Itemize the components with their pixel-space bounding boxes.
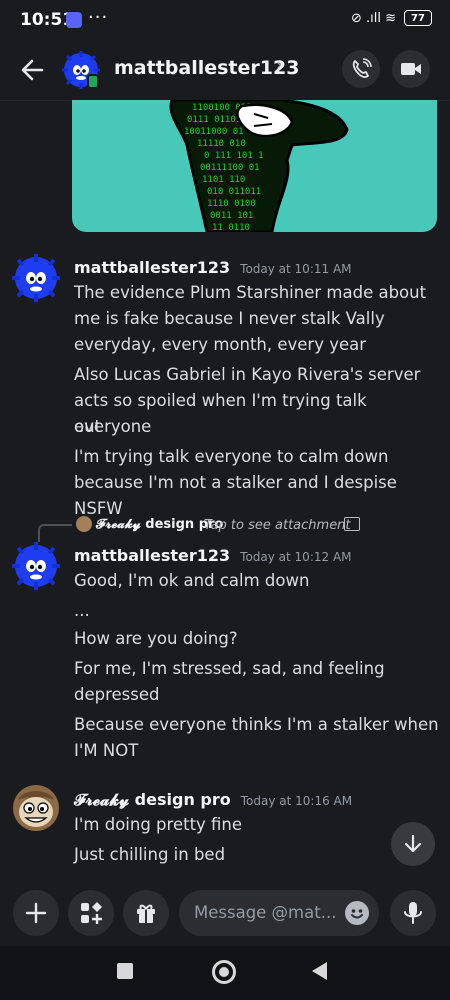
- message-input-placeholder: Message @mat...: [194, 903, 337, 922]
- microphone-icon: [404, 902, 422, 924]
- home-icon[interactable]: [212, 960, 236, 984]
- emoji-icon[interactable]: [345, 901, 369, 925]
- message-text: Also Lucas Gabriel in Kayo Rivera's serv…: [74, 365, 421, 384]
- author-avatar[interactable]: [12, 542, 60, 590]
- svg-text:1101 110: 1101 110: [202, 175, 245, 185]
- reply-preview-text: Tap to see attachment: [204, 518, 351, 533]
- message-text: I'M NOT: [74, 741, 139, 760]
- signal-wifi-icons: ⊘ .ıll ≋: [350, 10, 396, 26]
- author-avatar[interactable]: [12, 784, 60, 832]
- message-text: everyday, every month, every year: [74, 335, 367, 354]
- message-text: out: [74, 417, 102, 436]
- phone-icon: [352, 58, 372, 78]
- reply-spine: [38, 524, 72, 542]
- apps-button[interactable]: [68, 890, 114, 936]
- svg-text:1110 0100: 1110 0100: [207, 199, 256, 209]
- svg-text:11 0110: 11 0110: [212, 223, 250, 232]
- battery-icon: 77: [404, 10, 432, 26]
- message-text: I'm trying talk everyone to calm down: [74, 447, 389, 466]
- message-timestamp: Today at 10:12 AM: [240, 550, 352, 564]
- message-text: depressed: [74, 685, 160, 704]
- voice-call-button[interactable]: [342, 50, 380, 88]
- system-back-icon[interactable]: [312, 962, 327, 980]
- gift-icon: [137, 904, 155, 923]
- author-name-prefix: 𝓕𝓻𝓮𝓪𝓴𝔂: [74, 790, 130, 809]
- chevron-right-icon[interactable]: ›: [276, 55, 282, 74]
- recent-apps-icon[interactable]: [117, 963, 133, 979]
- message-timestamp: Today at 10:16 AM: [240, 794, 353, 808]
- apps-icon: [81, 902, 102, 924]
- message-timestamp: Today at 10:11 AM: [240, 262, 352, 276]
- header-username[interactable]: mattballester123: [114, 57, 299, 79]
- message-input[interactable]: Message @mat...: [179, 890, 379, 936]
- reply-reference[interactable]: 𝓕𝓻𝓮𝓪𝓴𝔂 design pro Tap to see attachment: [38, 512, 438, 542]
- status-icons: ⊘ .ıll ≋ 77: [351, 10, 432, 26]
- gift-button[interactable]: [123, 890, 169, 936]
- message-text: ...: [74, 601, 90, 620]
- arrow-down-icon: [404, 834, 422, 853]
- scroll-to-bottom-button[interactable]: [391, 822, 435, 866]
- svg-text:010 011011: 010 011011: [207, 187, 261, 197]
- voice-message-button[interactable]: [390, 890, 436, 936]
- message-composer: Message @mat...: [0, 880, 450, 946]
- author-name-text: mattballester123: [74, 258, 231, 277]
- author-avatar[interactable]: [12, 254, 60, 302]
- video-camera-icon: [401, 63, 421, 75]
- svg-text:00111100 01: 00111100 01: [200, 163, 260, 173]
- more-notifications-icon: ···: [88, 7, 109, 28]
- video-call-button[interactable]: [392, 50, 430, 88]
- add-attachment-button[interactable]: [13, 890, 59, 936]
- discord-notification-icon: [66, 12, 82, 28]
- message-text: Good, I'm ok and calm down: [74, 571, 310, 590]
- header-avatar[interactable]: [62, 51, 100, 89]
- replied-author-prefix: 𝓕𝓻𝓮𝓪𝓴𝔂: [96, 517, 141, 532]
- author-name[interactable]: mattballester123 Today at 10:11 AM: [74, 258, 352, 277]
- svg-text:11110 010: 11110 010: [197, 139, 246, 149]
- message-text: Because everyone thinks I'm a stalker wh…: [74, 715, 439, 734]
- image-icon: [344, 517, 360, 531]
- svg-text:0011 101: 0011 101: [210, 211, 253, 221]
- battery-level: 77: [411, 12, 425, 24]
- system-nav-bar: [0, 946, 450, 1000]
- message-text: The evidence Plum Starshiner made about: [74, 283, 427, 302]
- author-name-text: mattballester123: [74, 546, 231, 565]
- status-bar: 10:51 ··· ⊘ .ıll ≋ 77: [0, 0, 450, 40]
- image-attachment[interactable]: 1100100 011 0111 0110101 10011000 01 1 1…: [72, 100, 437, 232]
- author-name[interactable]: 𝓕𝓻𝓮𝓪𝓴𝔂 design pro Today at 10:16 AM: [74, 790, 352, 810]
- message-text: me is fake because I never stalk Vally: [74, 309, 385, 328]
- author-name[interactable]: mattballester123 Today at 10:12 AM: [74, 546, 352, 565]
- dm-header: mattballester123 ›: [0, 40, 450, 101]
- plus-icon: [25, 902, 47, 924]
- message-text: How are you doing?: [74, 629, 238, 648]
- message-text: I'm doing pretty fine: [74, 815, 243, 834]
- replied-author-avatar: [76, 516, 92, 532]
- message-text: For me, I'm stressed, sad, and feeling: [74, 659, 385, 678]
- back-button[interactable]: [18, 52, 48, 88]
- back-arrow-icon: [21, 59, 44, 81]
- svg-text:0 111 101 1: 0 111 101 1: [204, 151, 264, 161]
- message-text: Just chilling in bed: [74, 845, 226, 864]
- author-name-text: design pro: [134, 790, 231, 809]
